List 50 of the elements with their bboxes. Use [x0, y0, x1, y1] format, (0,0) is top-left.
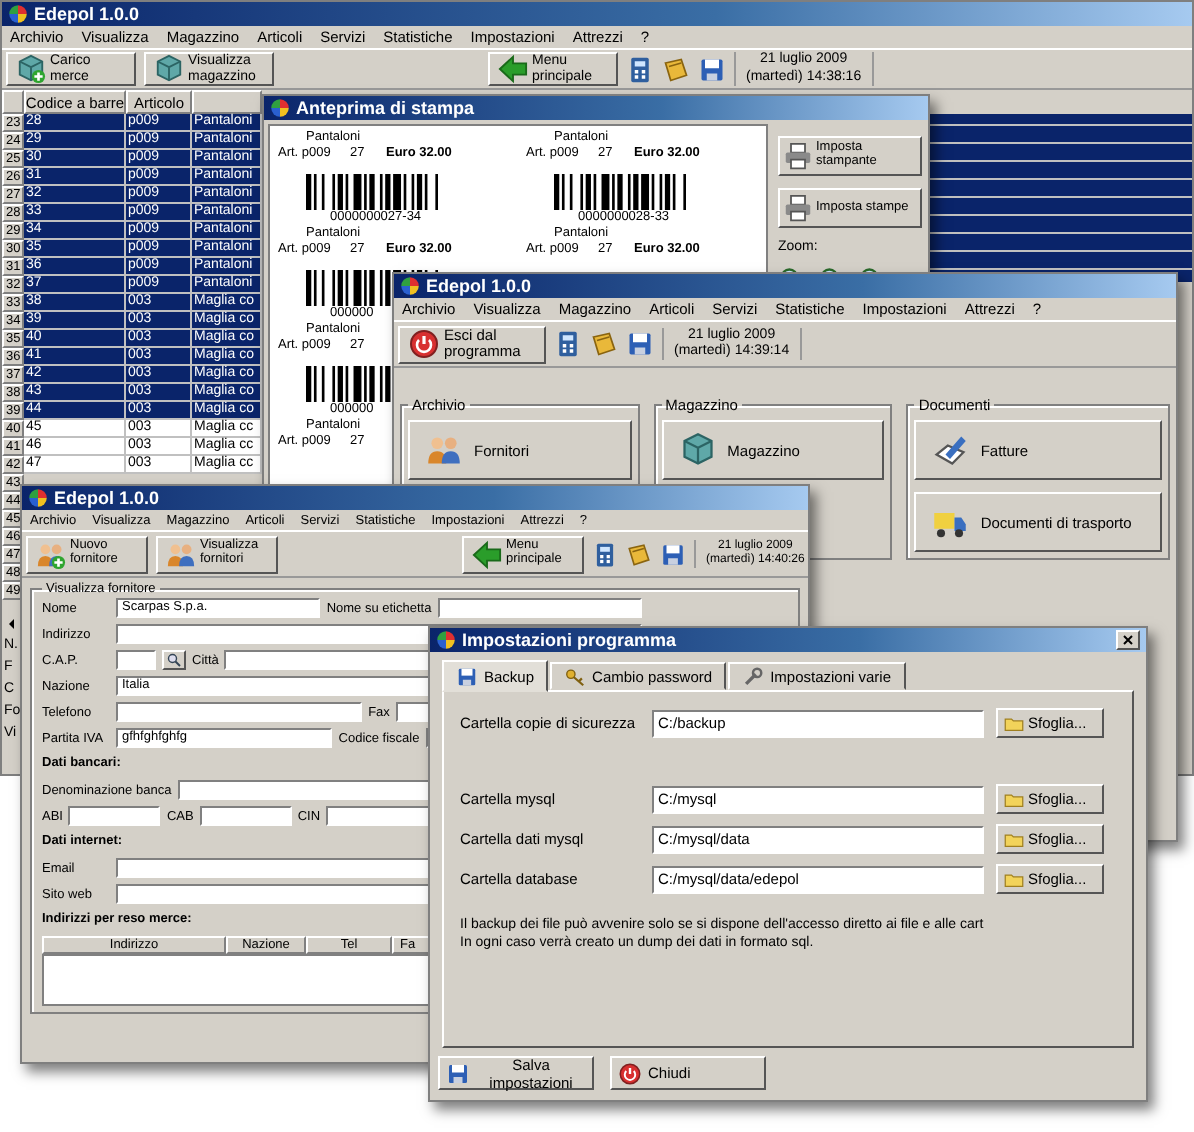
people-add-icon [36, 539, 66, 569]
window-title: Edepol 1.0.0 [426, 276, 532, 296]
app-logo-icon [270, 98, 290, 118]
close-button[interactable] [1116, 630, 1140, 650]
people-icon [426, 432, 462, 468]
window-title: Edepol 1.0.0 [54, 488, 160, 508]
app-logo-icon [436, 630, 456, 650]
app-logo-icon [28, 488, 48, 508]
scroll-left-icon[interactable] [4, 616, 20, 632]
input-field[interactable] [116, 702, 363, 722]
barcode [306, 174, 438, 210]
calculator-icon[interactable] [554, 330, 582, 358]
lookup-button[interactable] [162, 650, 186, 670]
book-icon[interactable] [662, 55, 690, 83]
book-icon[interactable] [626, 541, 652, 567]
arrow-left-icon [498, 54, 528, 84]
window-title: Impostazioni programma [462, 630, 679, 650]
window-title: Anteprima di stampa [296, 98, 475, 118]
save-icon [446, 1061, 470, 1085]
barcode [554, 174, 686, 210]
input-field[interactable] [199, 806, 292, 826]
power-icon [408, 328, 440, 360]
save-icon [456, 665, 478, 687]
app-logo-icon [8, 4, 28, 24]
printer-icon [784, 194, 812, 222]
arrow-left-icon [472, 539, 502, 569]
search-icon [166, 652, 182, 668]
save-icon[interactable] [626, 330, 654, 358]
power-icon [618, 1061, 642, 1085]
column-header[interactable] [192, 90, 262, 114]
boxes-icon [679, 432, 716, 468]
pen-paper-icon [932, 432, 969, 468]
folder-icon [1004, 713, 1024, 733]
input-field[interactable] [68, 806, 161, 826]
calculator-icon[interactable] [592, 541, 618, 567]
calculator-icon[interactable] [626, 55, 654, 83]
printer-icon [784, 142, 812, 170]
book-icon[interactable] [590, 330, 618, 358]
key-icon [564, 665, 587, 687]
input-field[interactable] [437, 598, 643, 618]
wrench-icon [742, 665, 765, 687]
box-add-icon [16, 54, 46, 84]
boxes-icon [154, 54, 184, 84]
app-logo-icon [400, 276, 420, 296]
input-field[interactable] [116, 650, 156, 670]
people-icon [166, 539, 196, 569]
save-icon[interactable] [660, 541, 686, 567]
save-icon[interactable] [698, 55, 726, 83]
close-icon [1120, 632, 1136, 648]
window-title: Edepol 1.0.0 [34, 4, 140, 24]
